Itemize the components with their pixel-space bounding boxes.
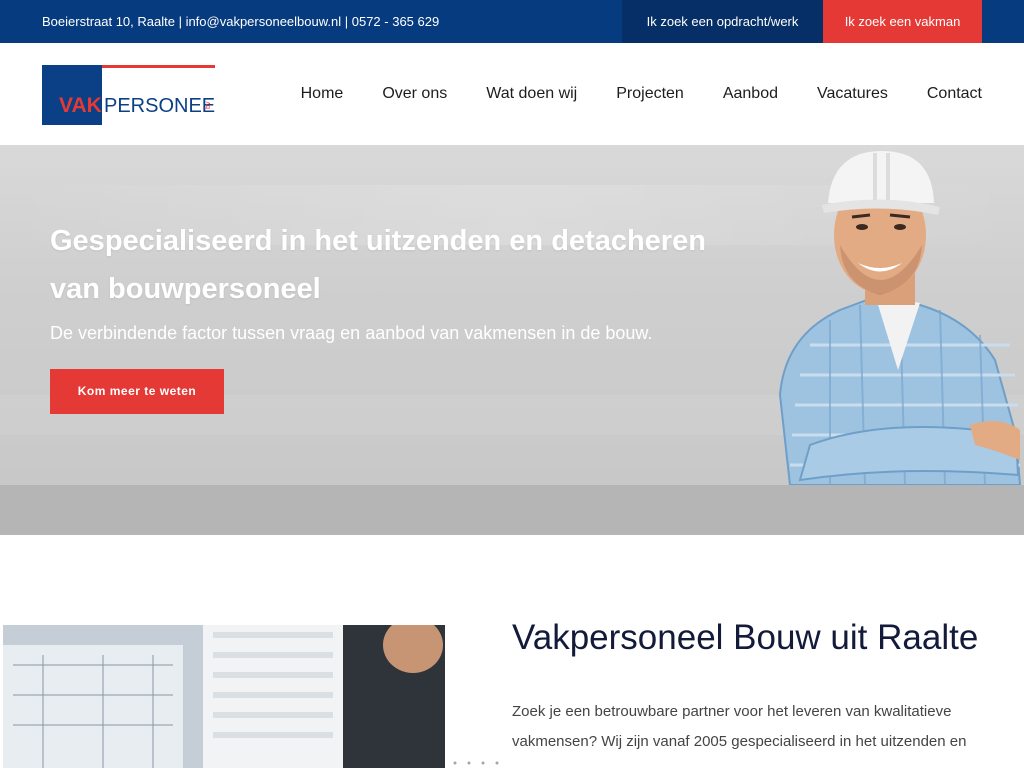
main-nav: Home Over ons Wat doen wij Projecten Aan…	[262, 43, 982, 145]
intro-title: Vakpersoneel Bouw uit Raalte	[512, 618, 979, 657]
contact-info: Boeierstraat 10, Raalte | info@vakperson…	[42, 14, 440, 29]
construction-worker-image	[778, 151, 1022, 485]
intro-text: Zoek je een betrouwbare partner voor het…	[512, 703, 967, 750]
hero-bottom-band	[0, 485, 1024, 535]
logo-vak-text: VAK	[59, 94, 102, 117]
vakpersoneel-logo[interactable]: VAK PERSONEEL bv	[42, 65, 215, 125]
nav-aanbod[interactable]: Aanbod	[723, 85, 778, 103]
nav-contact[interactable]: Contact	[927, 85, 982, 103]
learn-more-button[interactable]: Kom meer te weten	[50, 369, 224, 414]
find-professional-button[interactable]: Ik zoek een vakman	[823, 0, 982, 43]
site-header: VAK PERSONEEL bv Home Over ons Wat doen …	[0, 43, 1024, 145]
top-bar: Boeierstraat 10, Raalte | info@vakperson…	[0, 0, 1024, 43]
nav-home[interactable]: Home	[301, 85, 344, 103]
hero-banner: Gespecialiseerd in het uitzenden en deta…	[0, 145, 1024, 485]
office-blueprint-photo	[3, 625, 445, 768]
nav-vacatures[interactable]: Vacatures	[817, 85, 888, 103]
logo-suffix-text: bv	[205, 101, 212, 109]
nav-over-ons[interactable]: Over ons	[382, 85, 447, 103]
nav-wat-doen-wij[interactable]: Wat doen wij	[486, 85, 577, 103]
hero-subtitle: De verbindende factor tussen vraag en aa…	[50, 323, 653, 343]
hero-title: Gespecialiseerd in het uitzenden en deta…	[50, 225, 706, 305]
find-work-button[interactable]: Ik zoek een opdracht/werk	[622, 0, 823, 43]
logo-personeel-text: PERSONEEL	[104, 95, 215, 117]
nav-projecten[interactable]: Projecten	[616, 85, 684, 103]
decorative-dots	[453, 761, 499, 765]
